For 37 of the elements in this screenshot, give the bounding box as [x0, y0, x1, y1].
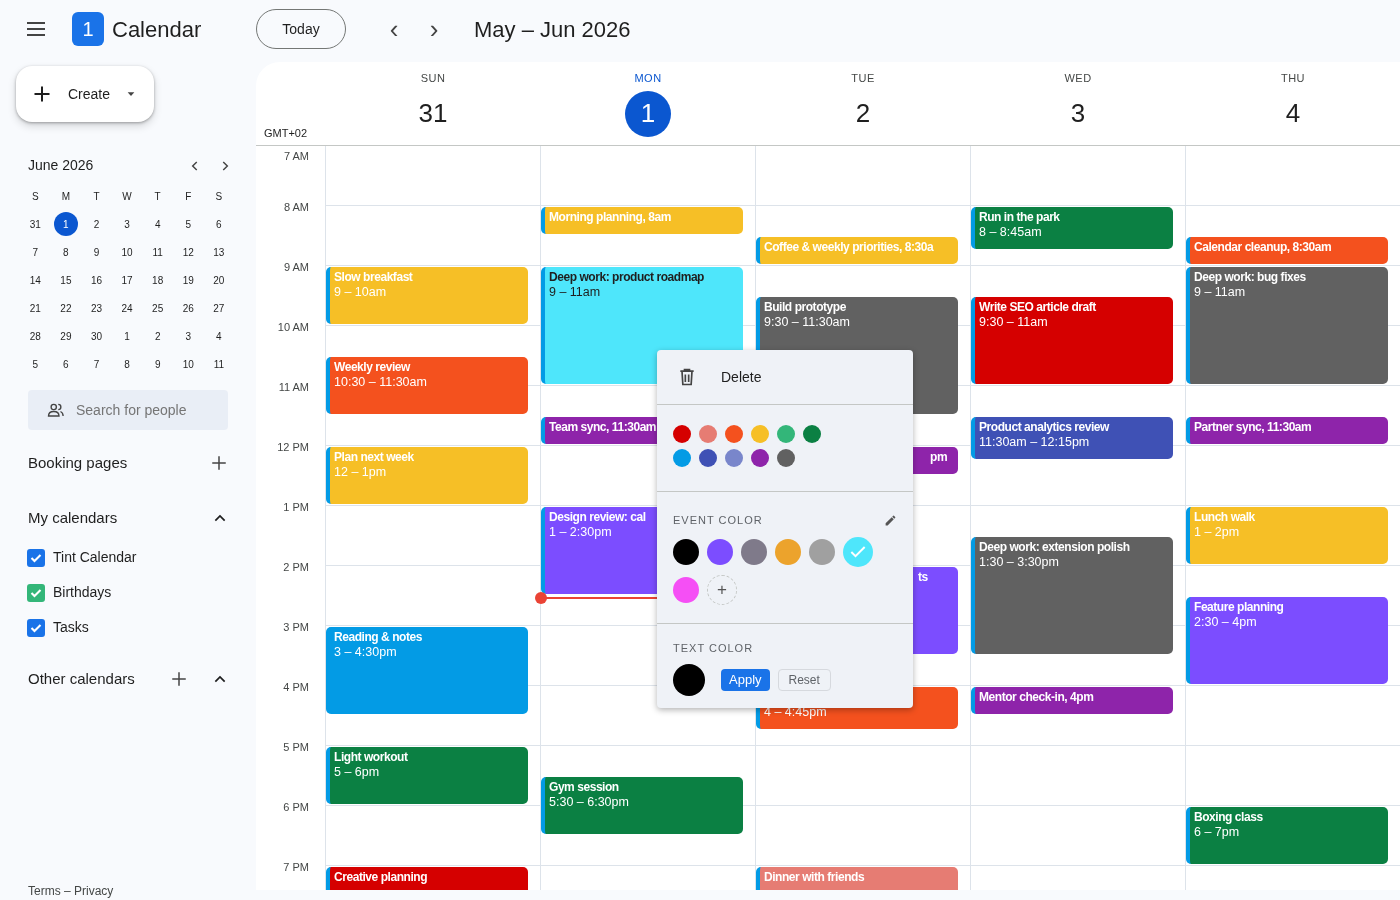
weekday-label: T	[92, 189, 101, 204]
weekday-label: SUN	[420, 71, 446, 86]
weekday-label: WED	[1064, 71, 1092, 86]
section-title: Other calendars	[28, 669, 136, 689]
calendar-name: Tasks	[53, 618, 89, 637]
hour-label: 10 AM	[277, 320, 309, 335]
weekday-label: S	[214, 189, 224, 204]
hour-label: 7 PM	[283, 860, 309, 875]
hour-label: 2 PM	[283, 560, 309, 575]
date-range: May – Jun 2026	[474, 15, 631, 44]
weekday-label: F	[184, 189, 193, 204]
hour-label: 11 AM	[278, 380, 309, 395]
weekday-label: M	[60, 189, 72, 204]
weekday-label: THU	[1280, 71, 1306, 86]
hour-label: 9 AM	[283, 260, 309, 275]
section-title: Booking pages	[28, 453, 129, 473]
timezone-label: GMT+02	[264, 125, 308, 141]
hour-label: 6 PM	[283, 800, 309, 815]
calendar-name: Tint Calendar	[53, 548, 137, 567]
section-label: TEXT COLOR	[673, 640, 755, 656]
hour-label: 12 PM	[277, 440, 309, 455]
weekday-label: S	[30, 189, 40, 204]
weekday-label: T	[153, 189, 162, 204]
hour-label: 4 PM	[283, 680, 309, 695]
hour-label: 8 AM	[283, 200, 309, 215]
app-title: Calendar	[112, 15, 202, 44]
hour-label: 5 PM	[283, 740, 309, 755]
hour-label: 3 PM	[283, 620, 309, 635]
hour-label: 1 PM	[283, 500, 309, 515]
calendar-name: Birthdays	[53, 583, 112, 602]
weekday-label: MON	[634, 71, 662, 86]
weekday-label: TUE	[851, 71, 875, 86]
hour-label: 7 AM	[283, 149, 309, 164]
month-title: June 2026	[28, 156, 95, 175]
section-title: My calendars	[28, 507, 119, 528]
logo-icon: 1	[72, 12, 104, 46]
weekday-label: W	[121, 189, 133, 204]
